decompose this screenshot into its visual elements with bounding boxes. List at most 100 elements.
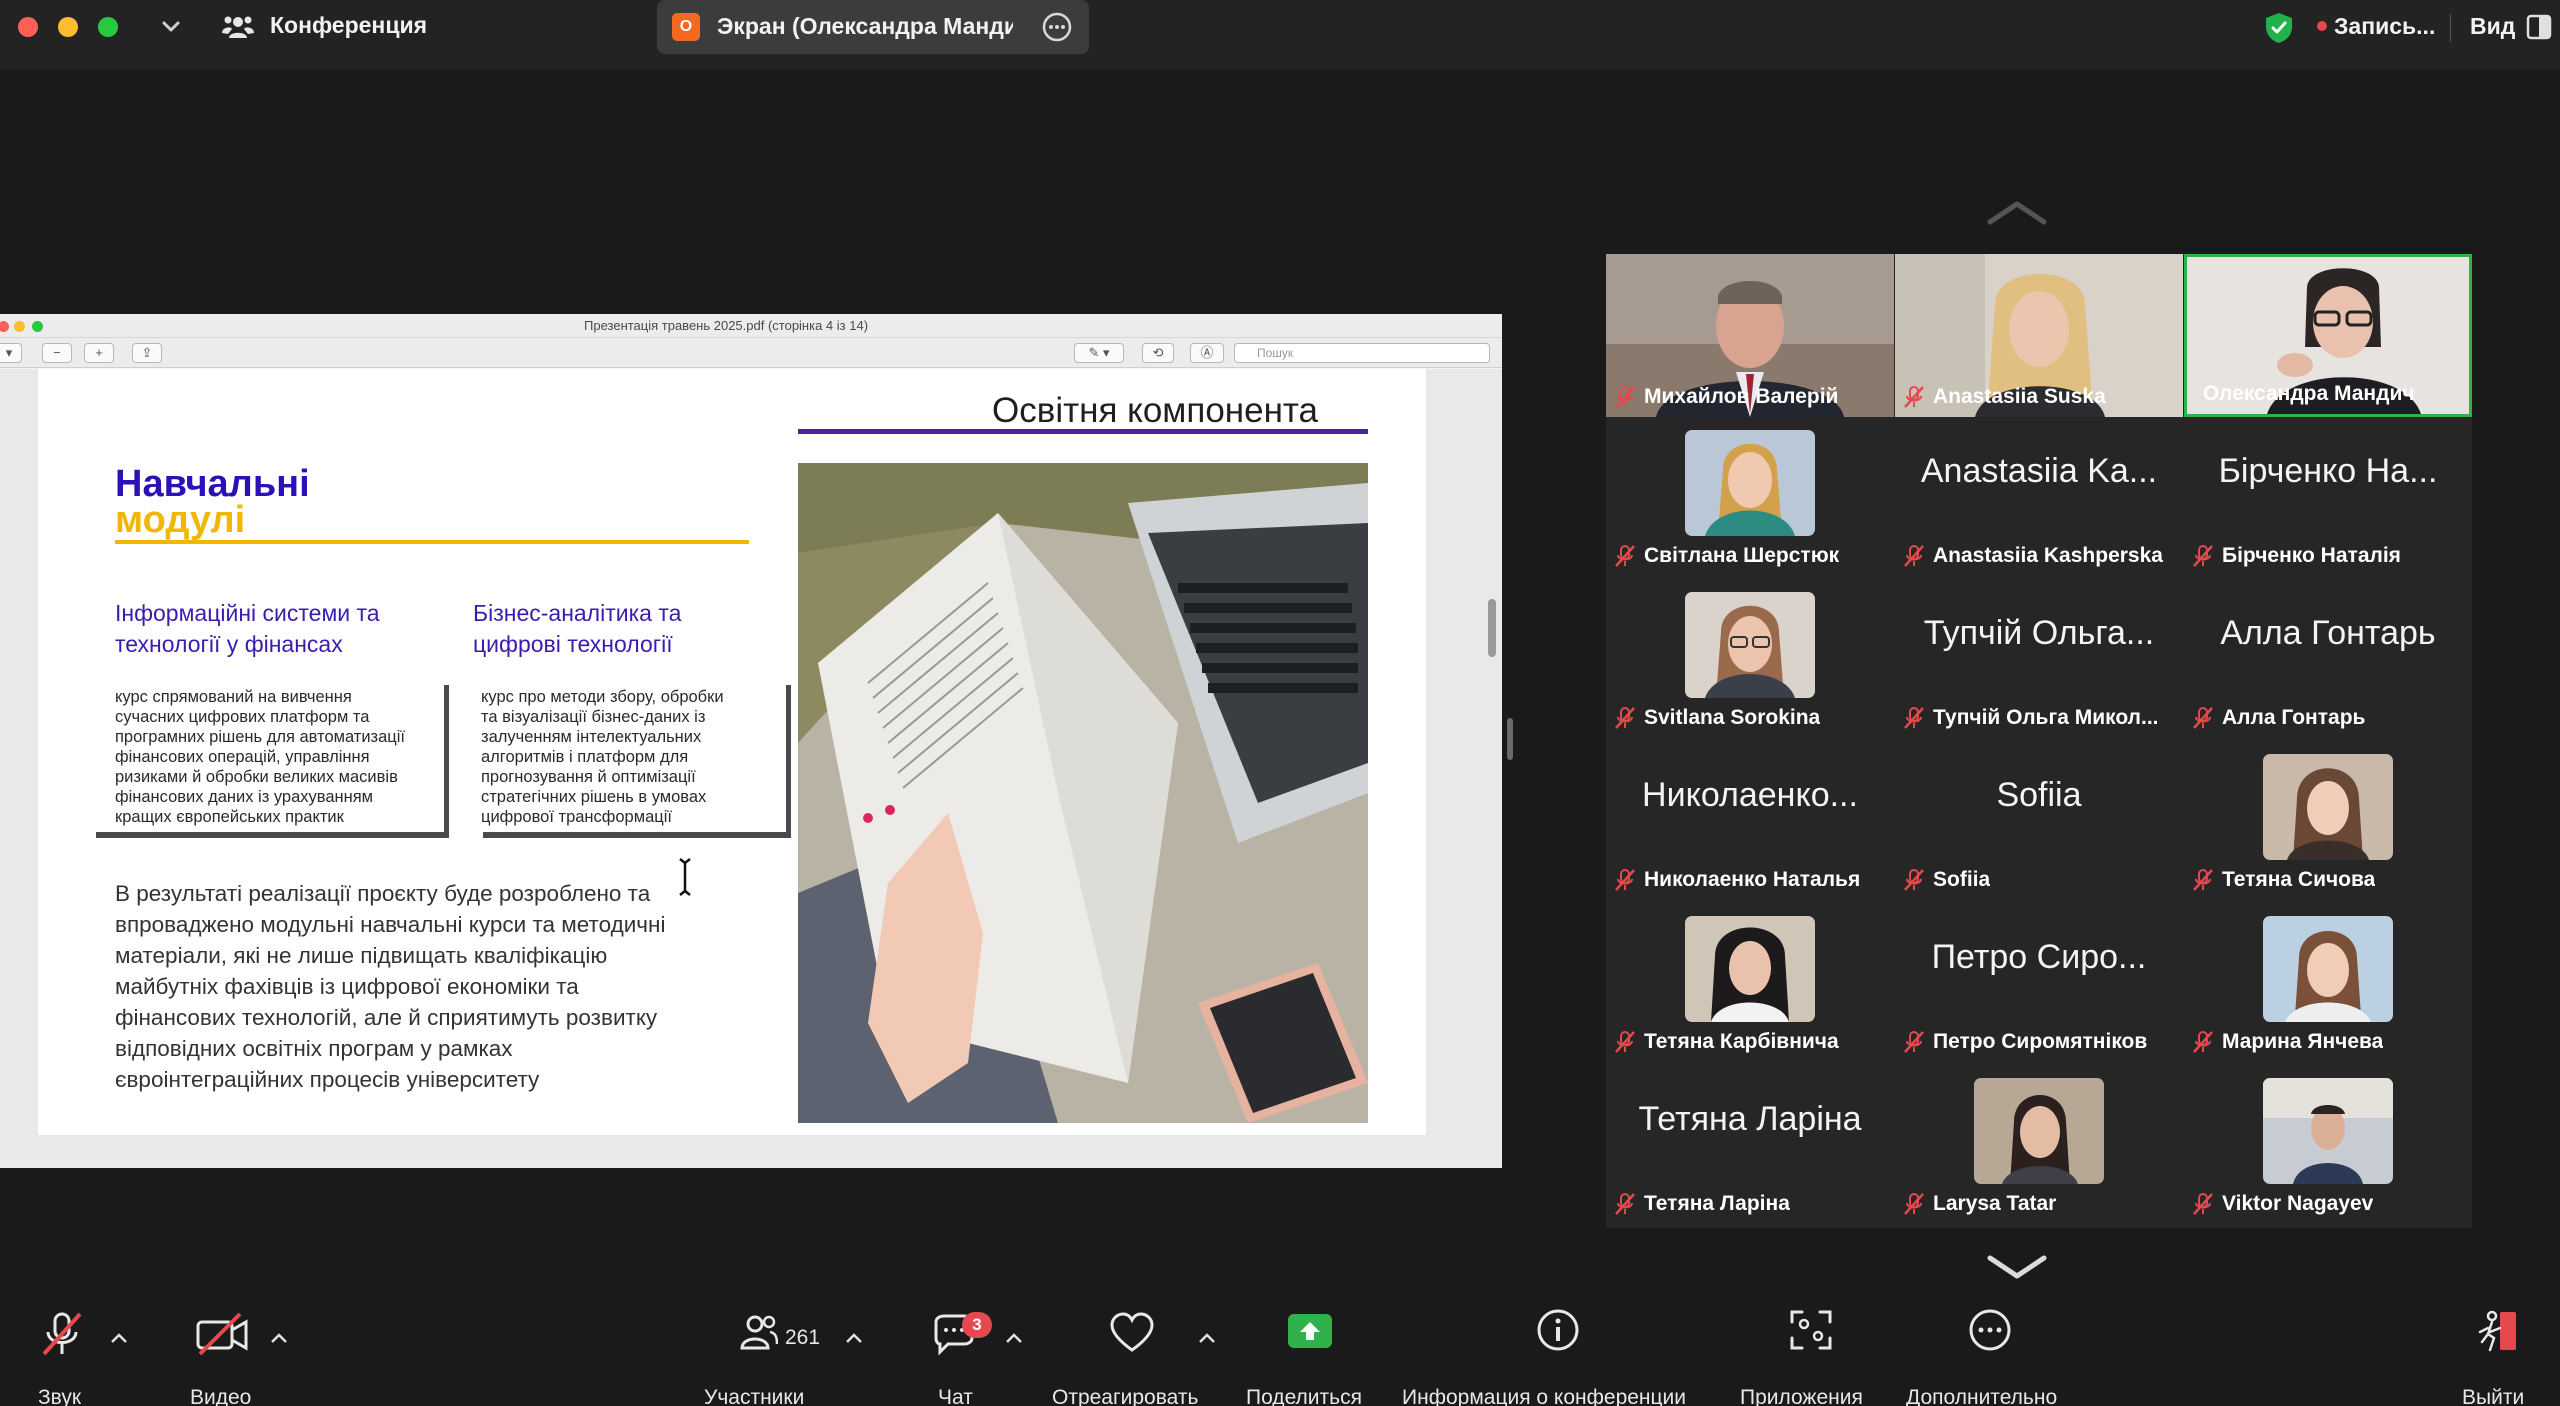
participant-tile[interactable]: Larysa Tatar	[1895, 1064, 2183, 1226]
preview-toolbar: ▾ − + ⇪ ✎ ▾ ⟲ Ⓐ Пошук	[0, 338, 1502, 368]
course1-title-line: Інформаційні системи та	[115, 600, 380, 626]
security-shield-icon[interactable]	[2262, 11, 2296, 45]
participants-options-caret-icon[interactable]	[845, 1332, 863, 1344]
top-bar: Конференция O Экран (Олександра Мандич З…	[0, 0, 2560, 70]
course1-title-line: технології у фінансах	[115, 631, 343, 657]
participant-tile[interactable]: Тетяна Карбівнича	[1606, 902, 1894, 1064]
course2-title-line: Бізнес-аналітика та	[473, 600, 682, 626]
split-resize-handle[interactable]	[1507, 718, 1513, 760]
preview-zoom-button[interactable]	[32, 321, 43, 332]
topbar-divider	[2450, 14, 2451, 42]
participant-name-row: Петро Сиромятніков	[1903, 1030, 2183, 1054]
view-button[interactable]: Вид	[2470, 13, 2515, 40]
participant-name-row: Тетяна Сичова	[2192, 868, 2472, 892]
participant-name: Svitlana Sorokina	[1644, 706, 1821, 729]
video-tile[interactable]: Михайлов Валерій	[1606, 254, 1894, 417]
video-button[interactable]: Видео	[188, 1308, 268, 1406]
gallery-page-down-icon[interactable]	[1986, 1254, 2048, 1280]
window-minimize-button[interactable]	[58, 17, 78, 37]
preview-search-input[interactable]: Пошук	[1234, 343, 1490, 363]
participant-tile[interactable]: Svitlana Sorokina	[1606, 578, 1894, 740]
participants-button[interactable]: Участники	[700, 1308, 820, 1406]
document-scrollbar[interactable]	[1488, 599, 1496, 657]
body-line: відповідних освітніх програм у рамках	[115, 1036, 513, 1061]
grid-view-icon[interactable]	[2526, 14, 2552, 40]
sidebar-toggle-button[interactable]: ▾	[0, 343, 22, 363]
modules-title-line1: Навчальні	[115, 463, 310, 505]
course2-title-line: цифрові технології	[473, 631, 673, 657]
shared-screen[interactable]: Презентація травень 2025.pdf (сторінка 4…	[0, 314, 1502, 1168]
tile-name-bar: Олександра Мандич	[2187, 374, 2469, 414]
participant-tile[interactable]: Anastasiia Ka... Anastasiia Kashperska	[1895, 416, 2183, 578]
screen-owner-badge: O	[672, 13, 700, 41]
share-screen-button[interactable]: Поделиться	[1244, 1308, 1384, 1406]
desc-line: цифрової трансформації	[481, 808, 672, 826]
meeting-people-icon	[222, 16, 254, 38]
participant-name-placeholder: Петро Сиро...	[1931, 938, 2147, 976]
participant-tile[interactable]: Тетяна Сичова	[2184, 740, 2472, 902]
apps-button[interactable]: Приложения	[1738, 1308, 1878, 1406]
document-viewport[interactable]: Освітня компонента Навчальні модулі Інфо…	[0, 369, 1502, 1168]
markup-button[interactable]: ✎ ▾	[1074, 343, 1124, 363]
participant-tile[interactable]: Петро Сиро... Петро Сиромятніков	[1895, 902, 2183, 1064]
meeting-info-button[interactable]: Информация о конференции	[1400, 1308, 1714, 1406]
participant-name-placeholder: Anastasiia Ka...	[1920, 452, 2158, 490]
participant-name: Тетяна Ларіна	[1644, 1192, 1790, 1215]
zoom-out-button[interactable]: −	[42, 343, 72, 363]
apps-label: Приложения	[1740, 1386, 1863, 1406]
participant-tile[interactable]: Тетяна Ларіна Тетяна Ларіна	[1606, 1064, 1894, 1226]
participants-count: 261	[785, 1326, 821, 1349]
meeting-info-label: Информация о конференции	[1402, 1386, 1687, 1406]
participant-name: Тетяна Сичова	[2222, 868, 2376, 891]
participant-name-row: Світлана Шерстюк	[1614, 544, 1894, 568]
course1-title: Інформаційні системи та технології у фін…	[115, 598, 380, 660]
preview-minimize-button[interactable]	[14, 321, 25, 332]
react-options-caret-icon[interactable]	[1198, 1332, 1216, 1344]
video-options-caret-icon[interactable]	[270, 1332, 288, 1344]
more-options-icon[interactable]	[1041, 11, 1073, 43]
participant-avatar	[2263, 916, 2393, 1022]
leave-button[interactable]: Выйти	[2456, 1308, 2536, 1406]
screen-share-tab[interactable]: O Экран (Олександра Мандич	[657, 0, 1089, 54]
participant-tile[interactable]: Бірченко На... Бірченко Наталія	[2184, 416, 2472, 578]
body-line: В результаті реалізації проєкту буде роз…	[115, 881, 651, 906]
participant-name-row: Anastasiia Kashperska	[1903, 544, 2183, 568]
window-close-button[interactable]	[18, 17, 38, 37]
audio-options-caret-icon[interactable]	[110, 1332, 128, 1344]
mic-muted-icon	[1904, 545, 1924, 567]
participant-name: Тупчій Ольга Микол...	[1933, 706, 2159, 729]
recording-dot-icon	[2317, 21, 2327, 31]
window-zoom-button[interactable]	[98, 17, 118, 37]
video-tile[interactable]: Anastasiia Suska	[1895, 254, 2183, 417]
annotate-button[interactable]: Ⓐ	[1190, 343, 1224, 363]
desc-line: сучасних цифрових платформ та	[115, 708, 370, 726]
recording-status[interactable]: Запись...	[2334, 13, 2435, 40]
body-line: євроінтеграційних процесів університету	[115, 1067, 540, 1092]
participant-name: Алла Гонтарь	[2222, 706, 2366, 729]
meeting-title[interactable]: Конференция	[270, 12, 427, 39]
participant-tile[interactable]: Тупчій Ольга... Тупчій Ольга Микол...	[1895, 578, 2183, 740]
participant-tile[interactable]: Марина Янчева	[2184, 902, 2472, 1064]
participant-name: Олександра Мандич	[2203, 382, 2415, 405]
gallery-page-up-icon[interactable]	[1986, 200, 2048, 226]
chevron-down-icon[interactable]	[158, 14, 184, 40]
mic-muted-icon	[42, 1312, 82, 1356]
mic-muted-icon	[1615, 1193, 1635, 1215]
more-button[interactable]: Дополнительно	[1904, 1308, 2074, 1406]
share-doc-button[interactable]: ⇪	[132, 343, 162, 363]
participant-tile[interactable]: Sofiia Sofiia	[1895, 740, 2183, 902]
participant-tile[interactable]: Viktor Nagayev	[2184, 1064, 2472, 1226]
chat-options-caret-icon[interactable]	[1005, 1332, 1023, 1344]
video-tile-active-speaker[interactable]: Олександра Мандич	[2184, 254, 2472, 417]
zoom-in-button[interactable]: +	[84, 343, 114, 363]
audio-button[interactable]: Звук	[30, 1308, 100, 1406]
participant-tile[interactable]: Николаенко... Николаенко Наталья	[1606, 740, 1894, 902]
react-button[interactable]: Отреагировать	[1050, 1308, 1220, 1406]
desc-line: кращих європейських практик	[115, 808, 344, 826]
participant-name: Sofiia	[1933, 868, 1991, 891]
rotate-button[interactable]: ⟲	[1142, 343, 1174, 363]
participant-tile[interactable]: Світлана Шерстюк	[1606, 416, 1894, 578]
participant-tile[interactable]: Алла Гонтарь Алла Гонтарь	[2184, 578, 2472, 740]
preview-close-button[interactable]	[0, 321, 9, 332]
document-title: Презентація травень 2025.pdf (сторінка 4…	[584, 318, 869, 333]
